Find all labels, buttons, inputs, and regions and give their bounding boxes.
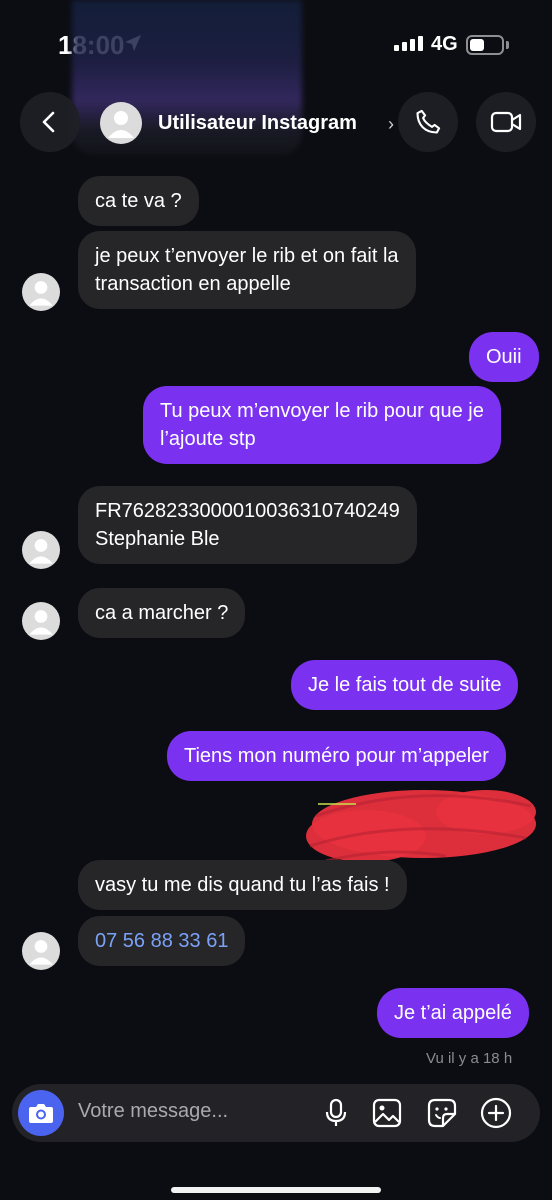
- microphone-icon: [325, 1098, 347, 1126]
- signal-icon: [394, 36, 423, 51]
- message-text: ca a marcher ?: [95, 602, 229, 624]
- message-text: Ouii: [486, 346, 522, 368]
- incoming-message[interactable]: ca te va ?: [78, 176, 199, 226]
- home-indicator: [171, 1187, 381, 1193]
- outgoing-message[interactable]: Je t’ai appelé: [377, 988, 529, 1038]
- outgoing-message[interactable]: Je le fais tout de suite: [291, 660, 519, 710]
- outgoing-message[interactable]: Tu peux m’envoyer le rib pour que je l’a…: [143, 386, 501, 464]
- gallery-button[interactable]: [371, 1097, 403, 1129]
- message-text: Je le fais tout de suite: [308, 674, 502, 696]
- sender-avatar: [22, 531, 60, 569]
- image-icon: [372, 1098, 402, 1128]
- sender-avatar: [22, 273, 60, 311]
- chat-header: Utilisateur Instagram ›: [0, 92, 552, 154]
- message-text: Tu peux m’envoyer le rib pour que je: [160, 400, 484, 422]
- camera-button[interactable]: [18, 1090, 64, 1136]
- message-text: Tiens mon numéro pour m’appeler: [184, 745, 489, 767]
- plus-circle-icon: [480, 1097, 512, 1129]
- message-text: Stephanie Ble: [95, 528, 220, 550]
- incoming-message[interactable]: je peux t’envoyer le rib et on fait la t…: [78, 231, 416, 309]
- incoming-message[interactable]: 07 56 88 33 61: [78, 916, 246, 966]
- battery-icon: [466, 35, 504, 55]
- sender-avatar: [22, 932, 60, 970]
- message-composer[interactable]: Votre message...: [12, 1084, 540, 1142]
- network-type: 4G: [431, 33, 458, 55]
- video-call-button[interactable]: [476, 92, 536, 152]
- incoming-message[interactable]: FR7628233000010036310740249 Stephanie Bl…: [78, 486, 417, 564]
- contact-name[interactable]: Utilisateur Instagram: [158, 112, 357, 135]
- message-input[interactable]: Votre message...: [78, 1100, 228, 1123]
- battery-tip: [506, 41, 509, 49]
- message-text: FR7628233000010036310740249: [95, 500, 400, 522]
- message-text: vasy tu me dis quand tu l’as fais !: [95, 874, 390, 896]
- message-text: transaction en appelle: [95, 273, 291, 295]
- message-text: je peux t’envoyer le rib et on fait la: [95, 245, 399, 267]
- message-text: Je t’ai appelé: [394, 1002, 512, 1024]
- sticker-icon: [427, 1098, 457, 1128]
- camera-icon: [29, 1104, 53, 1123]
- chevron-right-icon: ›: [388, 114, 394, 134]
- audio-call-button[interactable]: [398, 92, 458, 152]
- incoming-message[interactable]: ca a marcher ?: [78, 588, 246, 638]
- incoming-message[interactable]: vasy tu me dis quand tu l’as fais !: [78, 860, 407, 910]
- message-text: ca te va ?: [95, 190, 182, 212]
- chevron-left-icon: [42, 111, 55, 133]
- video-camera-icon: [490, 111, 522, 133]
- outgoing-message[interactable]: Ouii: [469, 332, 539, 382]
- add-button[interactable]: [480, 1097, 512, 1129]
- phone-number-link[interactable]: 07 56 88 33 61: [95, 930, 228, 952]
- sender-avatar: [22, 602, 60, 640]
- message-text: l’ajoute stp: [160, 428, 256, 450]
- microphone-button[interactable]: [320, 1097, 352, 1129]
- back-button[interactable]: [20, 92, 80, 152]
- phone-icon: [416, 109, 441, 134]
- sticker-button[interactable]: [426, 1097, 458, 1129]
- header-avatar[interactable]: [100, 102, 142, 144]
- outgoing-message[interactable]: Tiens mon numéro pour m’appeler: [167, 731, 506, 781]
- seen-status: Vu il y a 18 h: [426, 1050, 513, 1067]
